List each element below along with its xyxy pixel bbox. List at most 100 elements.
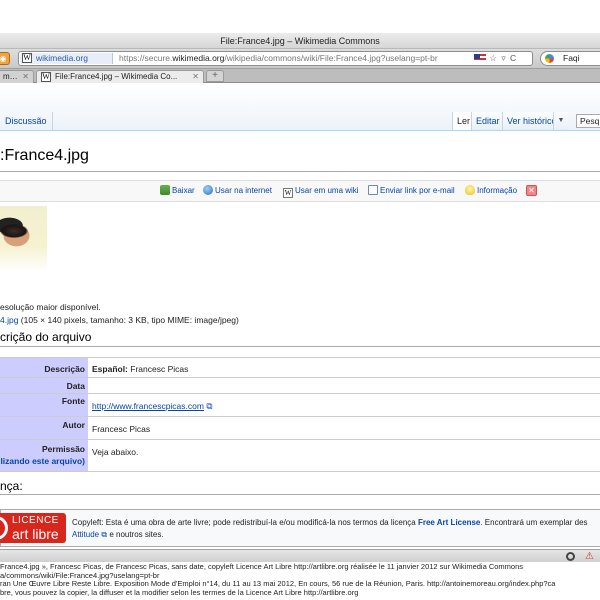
tab-discussion[interactable]: Discussão xyxy=(0,112,53,130)
action-label: Informação xyxy=(477,186,518,195)
table-row: Fonte http://www.francescpicas.com ⧉ xyxy=(0,394,600,417)
url-domain: wikimedia.org xyxy=(172,53,225,63)
blank-area xyxy=(0,0,600,33)
license-line2: Attitude ⧉ e noutros sites. xyxy=(72,529,588,541)
table-row: Descrição Español: Francesc Picas xyxy=(0,358,600,378)
source-link[interactable]: http://www.francescpicas.com xyxy=(92,401,204,411)
resolution-note: esolução maior disponível. xyxy=(0,302,101,312)
close-tab-icon[interactable]: ✕ xyxy=(22,71,29,83)
free-art-license-link[interactable]: Free Art License xyxy=(418,518,480,527)
file-meta: (105 × 140 pixels, tamanho: 3 KB, tipo M… xyxy=(18,315,239,325)
row-value: Veja abaixo. xyxy=(92,447,139,457)
lightbulb-icon xyxy=(465,185,475,195)
info-link[interactable]: Informação xyxy=(465,185,517,196)
use-on-web-link[interactable]: Usar na internet xyxy=(203,185,272,196)
logo-line1: LICENCE xyxy=(12,515,59,526)
row-label: Permissão tilizando este arquivo) xyxy=(0,440,88,471)
section-heading-license: nça: xyxy=(0,479,23,493)
row-label: Descrição xyxy=(0,358,88,377)
wikimedia-favicon-icon: W xyxy=(22,53,32,63)
information-table: Descrição Español: Francesc Picas Data F… xyxy=(0,357,600,472)
window-title: File:France4.jpg – Wikimedia Commons xyxy=(220,36,380,46)
license-text-part: . Encontrará um exemplar des xyxy=(480,518,588,527)
search-bar-text: Faqi xyxy=(563,53,580,63)
email-icon xyxy=(368,185,378,195)
download-link[interactable]: Baixar xyxy=(160,185,195,196)
tab-active[interactable]: W File:France4.jpg – Wikimedia Co... ✕ xyxy=(36,70,204,83)
label-text: Permissão xyxy=(42,444,85,454)
row-value: Español: Francesc Picas xyxy=(92,364,188,374)
license-text-part: e noutros sites. xyxy=(107,530,164,539)
row-value: http://www.francescpicas.com ⧉ xyxy=(92,401,212,412)
tab-label: File:France4.jpg – Wikimedia Co... xyxy=(55,72,178,81)
site-identity-badge[interactable]: W wikimedia.org xyxy=(20,53,113,64)
globe-icon xyxy=(203,185,213,195)
page-title: :France4.jpg xyxy=(0,147,89,164)
tab-edit[interactable]: Editar xyxy=(471,112,504,130)
action-label: Usar na internet xyxy=(215,186,272,195)
reuse-link[interactable]: tilizando este arquivo) xyxy=(0,456,85,466)
wikimedia-favicon-icon: W xyxy=(41,72,51,82)
tab-history[interactable]: Ver histórico xyxy=(502,112,561,130)
file-info: 4.jpg (105 × 140 pixels, tamanho: 3 KB, … xyxy=(0,315,239,325)
close-icon[interactable]: ✕ xyxy=(526,185,537,196)
tab-previous[interactable]: m… ✕ xyxy=(0,70,34,83)
bookmark-reload-icons[interactable]: ☆ ▿ C xyxy=(489,53,517,63)
image-metadata-text: France4.jpg », Francesc Picas, de France… xyxy=(0,563,600,600)
value-lang: Español: xyxy=(92,364,128,374)
tab-strip: m… ✕ W File:France4.jpg – Wikimedia Co...… xyxy=(0,69,600,83)
more-menu-chevron-icon[interactable]: ▼ xyxy=(553,112,568,130)
divider xyxy=(0,346,600,347)
close-tab-icon[interactable]: ✕ xyxy=(192,71,199,83)
divider xyxy=(0,171,600,172)
download-icon xyxy=(160,185,170,195)
licence-art-libre-logo[interactable]: LICENCE art libre xyxy=(0,513,66,543)
google-icon[interactable] xyxy=(545,54,554,63)
action-label: Baixar xyxy=(172,186,195,195)
window-title-bar: File:France4.jpg – Wikimedia Commons xyxy=(0,33,600,49)
row-value: Francesc Picas xyxy=(92,424,151,434)
language-flag-icon[interactable] xyxy=(474,54,486,62)
url-actions[interactable]: ☆ ▿ C xyxy=(474,53,517,64)
label-text: Data xyxy=(66,381,85,391)
content-border xyxy=(0,130,600,131)
address-bar[interactable]: W wikimedia.org https://secure.wikimedia… xyxy=(18,51,533,66)
lal-circle-icon xyxy=(0,516,8,540)
divider xyxy=(0,494,600,495)
file-thumbnail[interactable] xyxy=(0,206,47,272)
use-on-wiki-link[interactable]: W Usar em uma wiki xyxy=(283,185,359,198)
search-bar[interactable]: Faqi xyxy=(540,51,600,66)
license-text: Copyleft: Esta é uma obra de arte livre;… xyxy=(72,517,588,541)
external-link-icon: ⧉ xyxy=(206,401,213,411)
addon-icon[interactable]: ⚠ xyxy=(585,551,594,562)
thumbnail-detail xyxy=(0,224,28,238)
browser-toolbar: ◉ W wikimedia.org https://secure.wikimed… xyxy=(0,49,600,69)
table-row: Autor Francesc Picas xyxy=(0,417,600,440)
row-label: Autor xyxy=(0,417,88,439)
row-label: Fonte xyxy=(0,394,88,416)
action-label: Usar em uma wiki xyxy=(295,186,359,195)
table-row: Data xyxy=(0,378,600,394)
rss-icon[interactable]: ◉ xyxy=(0,52,10,65)
url-text[interactable]: https://secure.wikimedia.org/wikipedia/c… xyxy=(119,53,438,64)
url-path: /wikipedia/commons/wiki/File:France4.jpg… xyxy=(224,53,438,63)
value-text: Francesc Picas xyxy=(127,364,189,374)
email-link[interactable]: Enviar link por e-mail xyxy=(368,185,455,196)
section-heading-description: crição do arquivo xyxy=(0,330,92,344)
meta-line: bre, vous pouvez la copier, la diffuser … xyxy=(0,587,359,597)
tab-label: m… xyxy=(3,72,18,81)
row-label: Data xyxy=(0,378,88,393)
license-line1: Copyleft: Esta é uma obra de arte livre;… xyxy=(72,517,588,529)
sync-icon[interactable] xyxy=(566,552,575,561)
wiki-search-input[interactable]: Pesq xyxy=(576,114,600,128)
wiki-icon: W xyxy=(283,188,293,198)
site-name: wikimedia.org xyxy=(36,53,88,63)
attitude-link[interactable]: Attitude xyxy=(72,530,99,539)
label-text: Descrição xyxy=(44,364,85,374)
new-tab-button[interactable]: + xyxy=(206,70,224,82)
file-link[interactable]: 4.jpg xyxy=(0,315,18,325)
label-text: Autor xyxy=(62,420,85,430)
action-label: Enviar link por e-mail xyxy=(380,186,455,195)
label-text: Fonte xyxy=(61,396,85,406)
table-row: Permissão tilizando este arquivo) Veja a… xyxy=(0,440,600,472)
